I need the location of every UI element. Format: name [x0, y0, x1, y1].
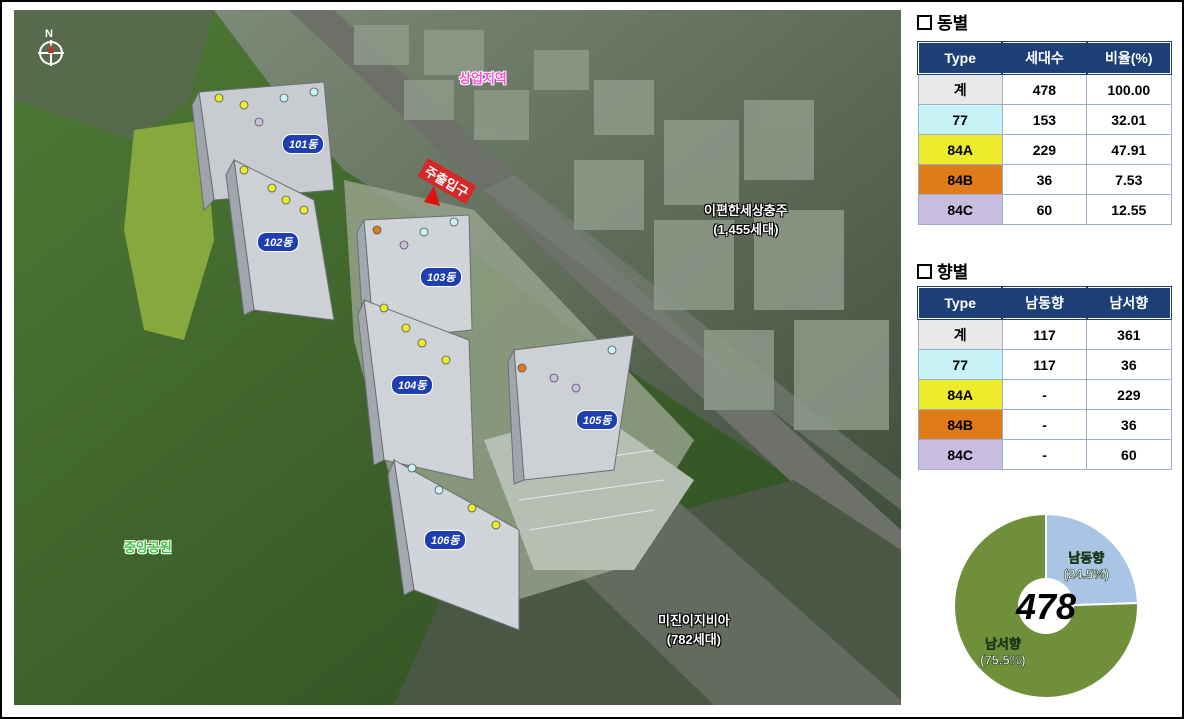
type-cell: 84B	[917, 409, 1003, 440]
type-cell: 계	[917, 73, 1003, 105]
type-cell: 84A	[917, 379, 1003, 410]
building-105-label: 105동	[576, 410, 619, 430]
type-cell: 84A	[917, 134, 1003, 165]
neighbor-complex-2-units: (782세대)	[666, 632, 722, 647]
pie-slice-label-1: 남서향	[985, 637, 1021, 652]
compass: N	[36, 28, 66, 68]
infographic-frame: N 상업지역 주출입구 이편한세상충주 (1,455세대) 미진이지비아 (78…	[0, 0, 1184, 719]
southwest-cell: 361	[1086, 318, 1172, 350]
units-cell: 153	[1001, 104, 1088, 135]
commercial-zone-label: 상업지역	[459, 71, 507, 86]
central-park-label: 중앙공원	[124, 540, 172, 555]
by-building-table: Type 세대수 비율(%) 계 478 100.00 77 153 32.01 84A…	[916, 41, 1173, 225]
header-southwest: 남서향	[1085, 286, 1173, 320]
southwest-cell: 36	[1086, 409, 1172, 440]
neighbor-complex-1-name: 이편한세상충주	[704, 203, 788, 218]
southeast-cell: -	[1001, 409, 1088, 440]
type-cell: 84C	[917, 194, 1003, 225]
by-building-title: 동별	[917, 9, 968, 34]
type-cell: 84C	[917, 439, 1003, 470]
southeast-cell: 117	[1001, 318, 1088, 350]
southwest-cell: 36	[1086, 349, 1172, 380]
pie-slice-pct-1: (75.5%)	[980, 653, 1026, 668]
ratio-cell: 32.01	[1086, 104, 1172, 135]
header-southeast: 남동향	[1001, 286, 1088, 320]
building-102-label: 102동	[257, 232, 300, 252]
ratio-cell: 100.00	[1086, 73, 1172, 105]
ratio-cell: 7.53	[1086, 164, 1172, 195]
type-cell: 77	[917, 104, 1003, 135]
southeast-cell: 117	[1001, 349, 1088, 380]
header-type: Type	[916, 286, 1004, 320]
by-direction-title: 향별	[917, 258, 968, 283]
building-104-label: 104동	[391, 375, 434, 395]
units-cell: 60	[1001, 194, 1088, 225]
type-cell: 계	[917, 318, 1003, 350]
pie-slice-label-0: 남동향	[1068, 550, 1104, 565]
units-cell: 478	[1001, 73, 1088, 105]
aerial-site-view: N 상업지역 주출입구 이편한세상충주 (1,455세대) 미진이지비아 (78…	[14, 10, 901, 705]
table-row: 계 478 100.00	[917, 73, 1172, 105]
header-units: 세대수	[1001, 41, 1088, 75]
table-row: 77 153 32.01	[917, 104, 1172, 135]
units-cell: 36	[1001, 164, 1088, 195]
table-header-row: Type 남동향 남서향	[916, 286, 1173, 320]
checkbox-icon	[917, 264, 932, 279]
southwest-cell: 60	[1086, 439, 1172, 470]
table-row: 84A 229 47.91	[917, 134, 1172, 165]
southeast-cell: -	[1001, 439, 1088, 470]
direction-pie-chart: 478 남동향(24.5%) 남서향(75.5%)	[953, 512, 1139, 699]
neighbor-complex-2: 미진이지비아 (782세대)	[658, 610, 730, 648]
by-direction-table: Type 남동향 남서향 계 117 361 77 117 36 84A -229 84B…	[916, 286, 1173, 470]
table-row: 계 117 361	[917, 318, 1172, 350]
table-row: 77 117 36	[917, 349, 1172, 380]
southwest-cell: 229	[1086, 379, 1172, 410]
type-cell: 77	[917, 349, 1003, 380]
table-row: 84C 60 12.55	[917, 194, 1172, 225]
table-row: 84B -36	[917, 409, 1172, 440]
pie-center-total: 478	[1015, 586, 1076, 627]
neighbor-complex-1: 이편한세상충주 (1,455세대)	[704, 200, 788, 238]
building-101-label: 101동	[282, 134, 325, 154]
southeast-cell: -	[1001, 379, 1088, 410]
neighbor-complex-1-units: (1,455세대)	[713, 222, 779, 237]
ratio-cell: 12.55	[1086, 194, 1172, 225]
units-cell: 229	[1001, 134, 1088, 165]
type-cell: 84B	[917, 164, 1003, 195]
ratio-cell: 47.91	[1086, 134, 1172, 165]
checkbox-icon	[917, 15, 932, 30]
building-103-label: 103동	[420, 267, 463, 287]
building-106-label: 106동	[424, 530, 467, 550]
compass-north-label: N	[45, 28, 53, 40]
header-type: Type	[916, 41, 1004, 75]
table-row: 84B 36 7.53	[917, 164, 1172, 195]
header-ratio: 비율(%)	[1085, 41, 1173, 75]
pie-slice-pct-0: (24.5%)	[1064, 566, 1110, 581]
table-row: 84C -60	[917, 439, 1172, 470]
aerial-illustration	[14, 10, 901, 705]
neighbor-complex-2-name: 미진이지비아	[658, 613, 730, 628]
table-row: 84A -229	[917, 379, 1172, 410]
table-header-row: Type 세대수 비율(%)	[916, 41, 1173, 75]
